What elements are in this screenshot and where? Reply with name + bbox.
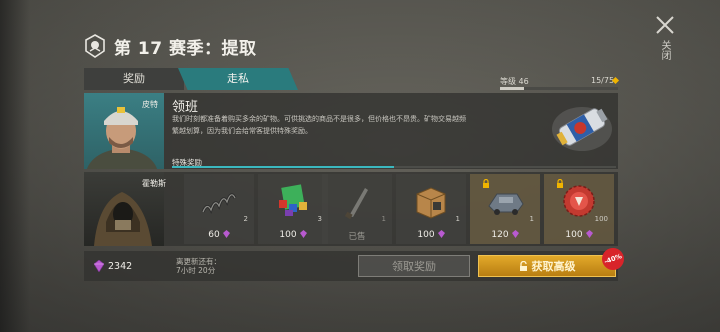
- leader-description: 我们时刻都准备着购买多余的矿物。可供挑选的商品不是很多，但价格也不昂贵。矿物交易…: [172, 115, 466, 135]
- left-edge-shade: [0, 0, 30, 332]
- special-reward-progress-bar: [172, 166, 616, 168]
- item-quantity: 1: [455, 215, 460, 223]
- special-reward-progress-fill: [172, 166, 394, 168]
- level-label: 等级 46: [500, 77, 529, 86]
- gem-currency-icon: [94, 260, 104, 272]
- item-sold-label: 已售: [348, 232, 366, 242]
- level-progress-fill: [500, 87, 524, 90]
- item-price-value: 120: [491, 230, 509, 240]
- shop-item-slot[interactable]: 1 120: [470, 174, 540, 244]
- shop-item-slot: 1 已售: [322, 174, 392, 244]
- spring-icon: [201, 193, 237, 214]
- currency-balance: 2342: [108, 261, 133, 272]
- gem-icon: [585, 230, 593, 238]
- item-price: 60: [184, 230, 254, 240]
- item-price: 100: [258, 230, 328, 240]
- item-price-value: 100: [279, 230, 297, 240]
- books-icon: [279, 184, 307, 216]
- claim-reward-button[interactable]: 领取奖励: [358, 255, 470, 277]
- item-price: 120: [470, 230, 540, 240]
- item-quantity: 1: [381, 215, 386, 223]
- item-price-value: 100: [565, 230, 583, 240]
- shop-item-slot[interactable]: 1 100: [396, 174, 466, 244]
- item-quantity: 100: [594, 215, 608, 223]
- close-label[interactable]: 关闭: [658, 40, 672, 60]
- crate-icon: [416, 187, 446, 219]
- unlock-icon: [519, 261, 527, 271]
- get-premium-button[interactable]: 获取高级: [478, 255, 616, 277]
- item-price-value: 60: [208, 230, 220, 240]
- shop-item-slot[interactable]: 2 60: [184, 174, 254, 244]
- item-price: 100: [544, 230, 614, 240]
- character-name-pete: 皮特: [142, 100, 158, 109]
- gem-icon: [222, 230, 230, 238]
- shop-item-slot[interactable]: 3 100: [258, 174, 328, 244]
- gem-icon: [299, 230, 307, 238]
- item-price-value: 100: [417, 230, 435, 240]
- refresh-timer: 离更新还有： 7小时 20分: [176, 257, 221, 275]
- refresh-label: 离更新还有：: [176, 257, 221, 266]
- character-name-hollis: 霍勒斯: [142, 179, 166, 188]
- gem-icon: [437, 230, 445, 238]
- tab-smuggling[interactable]: 走私: [178, 68, 298, 90]
- canister-icon[interactable]: [548, 95, 616, 159]
- refresh-countdown: 7小时 20分: [176, 266, 216, 275]
- gem-icon: [511, 230, 519, 238]
- get-premium-label: 获取高级: [531, 260, 576, 273]
- level-count: 15/75: [591, 76, 615, 85]
- close-icon[interactable]: [654, 14, 676, 36]
- shop-item-slot[interactable]: 100 100: [544, 174, 614, 244]
- level-progress-bar: [500, 87, 618, 90]
- machete-icon: [344, 188, 368, 220]
- truck-part-icon: [488, 193, 524, 215]
- item-quantity: 1: [529, 215, 534, 223]
- season-title: 第 17 赛季：提取: [114, 39, 257, 59]
- season-badge-icon: [85, 34, 105, 58]
- item-price: 100: [396, 230, 466, 240]
- tab-rewards[interactable]: 奖励: [84, 68, 184, 90]
- item-quantity: 2: [243, 215, 248, 223]
